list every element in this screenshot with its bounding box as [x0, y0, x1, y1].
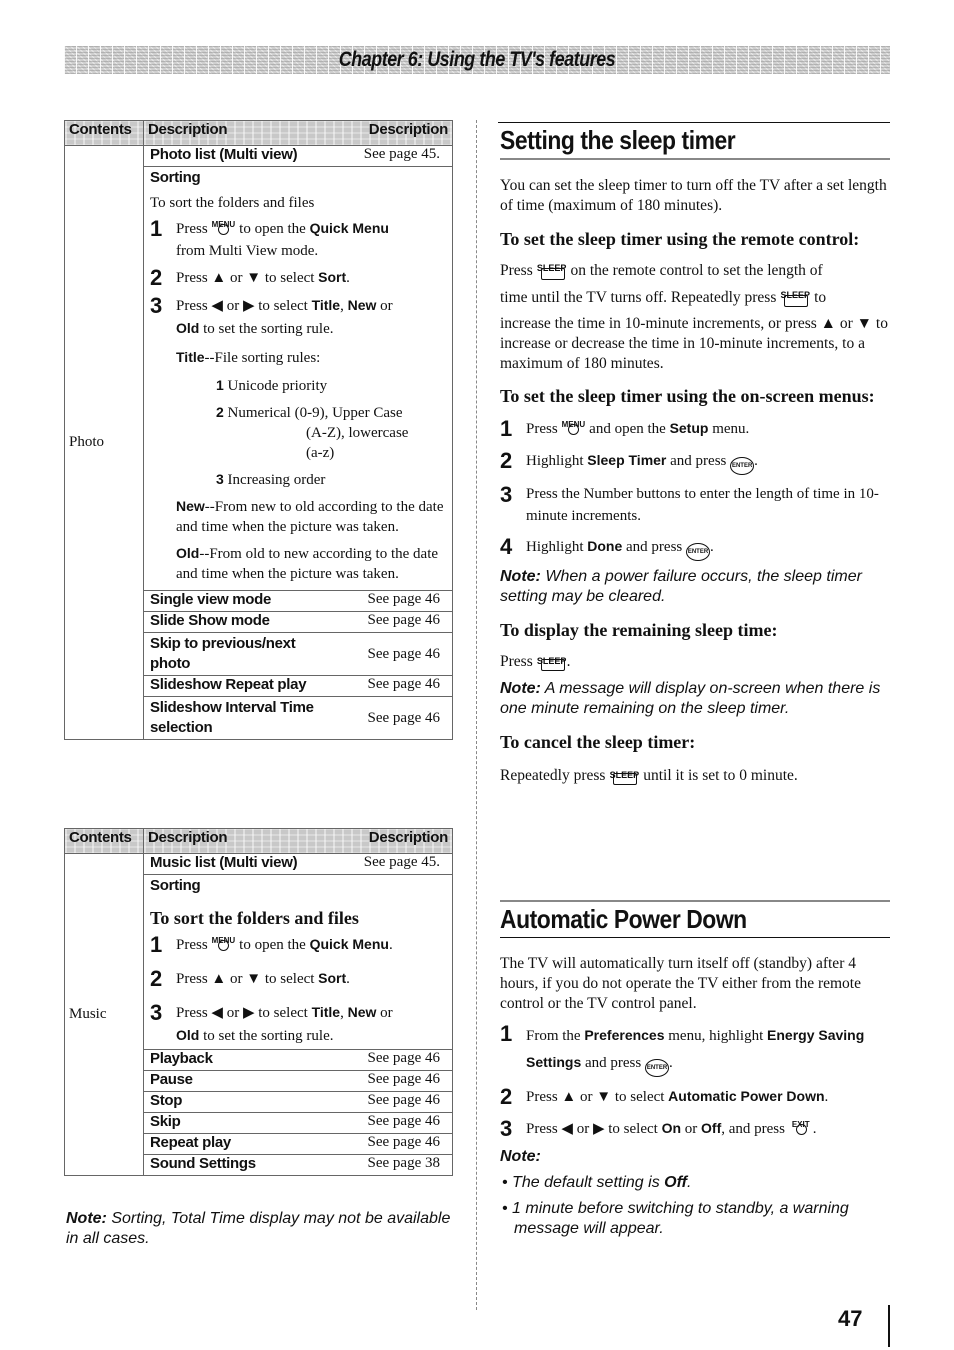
- category-music: Music: [64, 853, 144, 1176]
- menus-heading: To set the sleep timer using the on-scre…: [500, 386, 875, 406]
- table-row: Sound Settings See page 38: [143, 1154, 453, 1176]
- power-step-2: 2 Press ▲ or ▼ to select Automatic Power…: [500, 1084, 829, 1109]
- subrule-2: 2 Numerical (0-9), Upper Case: [216, 404, 403, 421]
- power-step-3: 3 Press ◀ or ▶ to select On or Off, and …: [500, 1116, 817, 1141]
- menu-key-icon: MENU: [211, 217, 235, 235]
- table-row: Slide Show mode See page 46: [143, 611, 453, 633]
- table-row: Slideshow Repeat play See page 46: [143, 675, 453, 697]
- sleep-key-icon: SLEEP: [537, 652, 567, 671]
- sorting-cell: Sorting To sort the folders and files 1 …: [143, 166, 453, 591]
- power-note-label: Note:: [500, 1148, 541, 1165]
- step-2: 2 Press ▲ or ▼ to select Sort.: [150, 966, 350, 991]
- column-divider: [476, 120, 477, 1310]
- step-3: 3 Press ◀ or ▶ to select Title, New or Ol…: [150, 1000, 393, 1045]
- header-contents: Contents: [64, 828, 144, 854]
- sleep-step-1: 1 Press MENU and open the Setup menu.: [500, 416, 750, 441]
- sleep-intro: You can set the sleep timer to turn off …: [500, 177, 887, 214]
- subrule-2-cont1: (A-Z), lowercase: [306, 425, 409, 441]
- table-header-row: Contents Description Description: [64, 120, 453, 146]
- table-row: Skip to previous/next photo See page 46: [143, 632, 453, 676]
- category-photo: Photo: [64, 145, 144, 740]
- table-row: Skip See page 46: [143, 1112, 453, 1134]
- row-item: Photo list (Multi view): [150, 146, 298, 163]
- enter-key-icon: ENTER: [644, 1059, 669, 1077]
- enter-key-icon: ENTER: [730, 457, 755, 475]
- sleep-timer-section: Setting the sleep timer You can set the …: [498, 122, 890, 789]
- power-note-bullet: • 1 minute before switching to standby, …: [502, 1200, 849, 1237]
- table-header-row: Contents Description Description: [64, 828, 453, 854]
- table-row: Single view mode See page 46: [143, 590, 453, 612]
- remote-instructions: Press SLEEP on the remote control to set…: [500, 261, 888, 372]
- sleep-key-icon: SLEEP: [780, 288, 810, 307]
- section-title-auto-power: Automatic Power Down: [500, 904, 747, 934]
- sorting-intro: To sort the folders and files: [150, 195, 315, 211]
- power-note-bullet: • The default setting is Off.: [502, 1174, 692, 1191]
- menu-key-icon: MENU: [211, 933, 235, 951]
- page-number: 47: [838, 1306, 863, 1331]
- row-ref: See page 45.: [363, 146, 440, 162]
- enter-key-icon: ENTER: [686, 543, 711, 561]
- sleep-step-2: 2 Highlight Sleep Timer and press ENTER.: [500, 448, 758, 475]
- exit-key-icon: EXIT: [789, 1117, 813, 1135]
- display-instruction: Press SLEEP.: [500, 652, 571, 671]
- sleep-note-2: Note: A message will display on-screen w…: [500, 680, 881, 717]
- music-table: Contents Description Description Music M…: [64, 828, 453, 1176]
- photo-table: Contents Description Description Photo P…: [64, 120, 453, 740]
- cancel-instruction: Repeatedly press SLEEP until it is set t…: [500, 766, 798, 785]
- title-rule: Title--File sorting rules:: [176, 349, 321, 366]
- subrule-1: 1 Unicode priority: [216, 377, 328, 394]
- power-step-1: 1 From the Preferences menu, highlight E…: [500, 1022, 890, 1077]
- sorting-cell: Sorting To sort the folders and files 1 …: [143, 874, 453, 1050]
- step-3: 3 Press ◀ or ▶ to select Title, New or Ol…: [150, 293, 393, 338]
- header-description: Description Description: [143, 120, 453, 146]
- header-description: Description Description: [143, 828, 453, 854]
- sleep-step-4: 4 Highlight Done and press ENTER.: [500, 534, 714, 561]
- subrule-3: 3 Increasing order: [216, 471, 326, 488]
- table-row: Music list (Multi view) See page 45.: [143, 853, 453, 875]
- old-rule: Old--From old to new according to the da…: [176, 545, 439, 582]
- table-row: Pause See page 46: [143, 1070, 453, 1092]
- display-heading: To display the remaining sleep time:: [500, 620, 778, 640]
- section-title-sleep-timer: Setting the sleep timer: [500, 125, 736, 155]
- subrule-2-cont2: (a-z): [306, 445, 335, 461]
- table-row: Photo list (Multi view) See page 45.: [143, 145, 453, 167]
- table-row: Repeat play See page 46: [143, 1133, 453, 1155]
- chapter-title: Chapter 6: Using the TV's features: [338, 48, 616, 71]
- step-1: 1 Press MENU to open the Quick Menu from …: [150, 216, 389, 260]
- cancel-heading: To cancel the sleep timer:: [500, 732, 696, 752]
- menu-key-icon: MENU: [561, 417, 585, 435]
- auto-power-intro: The TV will automatically turn itself of…: [500, 955, 861, 1012]
- page-number-bar: [888, 1305, 890, 1347]
- step-2: 2 Press ▲ or ▼ to select Sort.: [150, 265, 350, 290]
- sleep-key-icon: SLEEP: [609, 766, 639, 785]
- remote-heading: To set the sleep timer using the remote …: [500, 229, 860, 249]
- table-row: Playback See page 46: [143, 1049, 453, 1071]
- sleep-key-icon: SLEEP: [537, 261, 567, 280]
- new-rule: New--From new to old according to the da…: [176, 498, 444, 535]
- auto-power-section: Automatic Power Down The TV will automat…: [500, 900, 890, 1239]
- step-1: 1 Press MENU to open the Quick Menu.: [150, 932, 393, 957]
- sorting-label: Sorting: [150, 169, 201, 186]
- sleep-note-1: Note: When a power failure occurs, the s…: [500, 568, 862, 605]
- header-contents: Contents: [64, 120, 144, 146]
- header-description-right: Description: [368, 121, 449, 138]
- header-description-left: Description: [148, 121, 228, 138]
- sleep-step-3: 3 Press the Number buttons to enter the …: [500, 482, 879, 525]
- sorting-heading: To sort the folders and files: [150, 908, 359, 928]
- chapter-banner: Chapter 6: Using the TV's features: [64, 46, 890, 74]
- table-row: Stop See page 46: [143, 1091, 453, 1113]
- left-note: Note: Sorting, Total Time display may no…: [66, 1210, 451, 1247]
- table-row: Slideshow Interval Time selection See pag…: [143, 696, 453, 740]
